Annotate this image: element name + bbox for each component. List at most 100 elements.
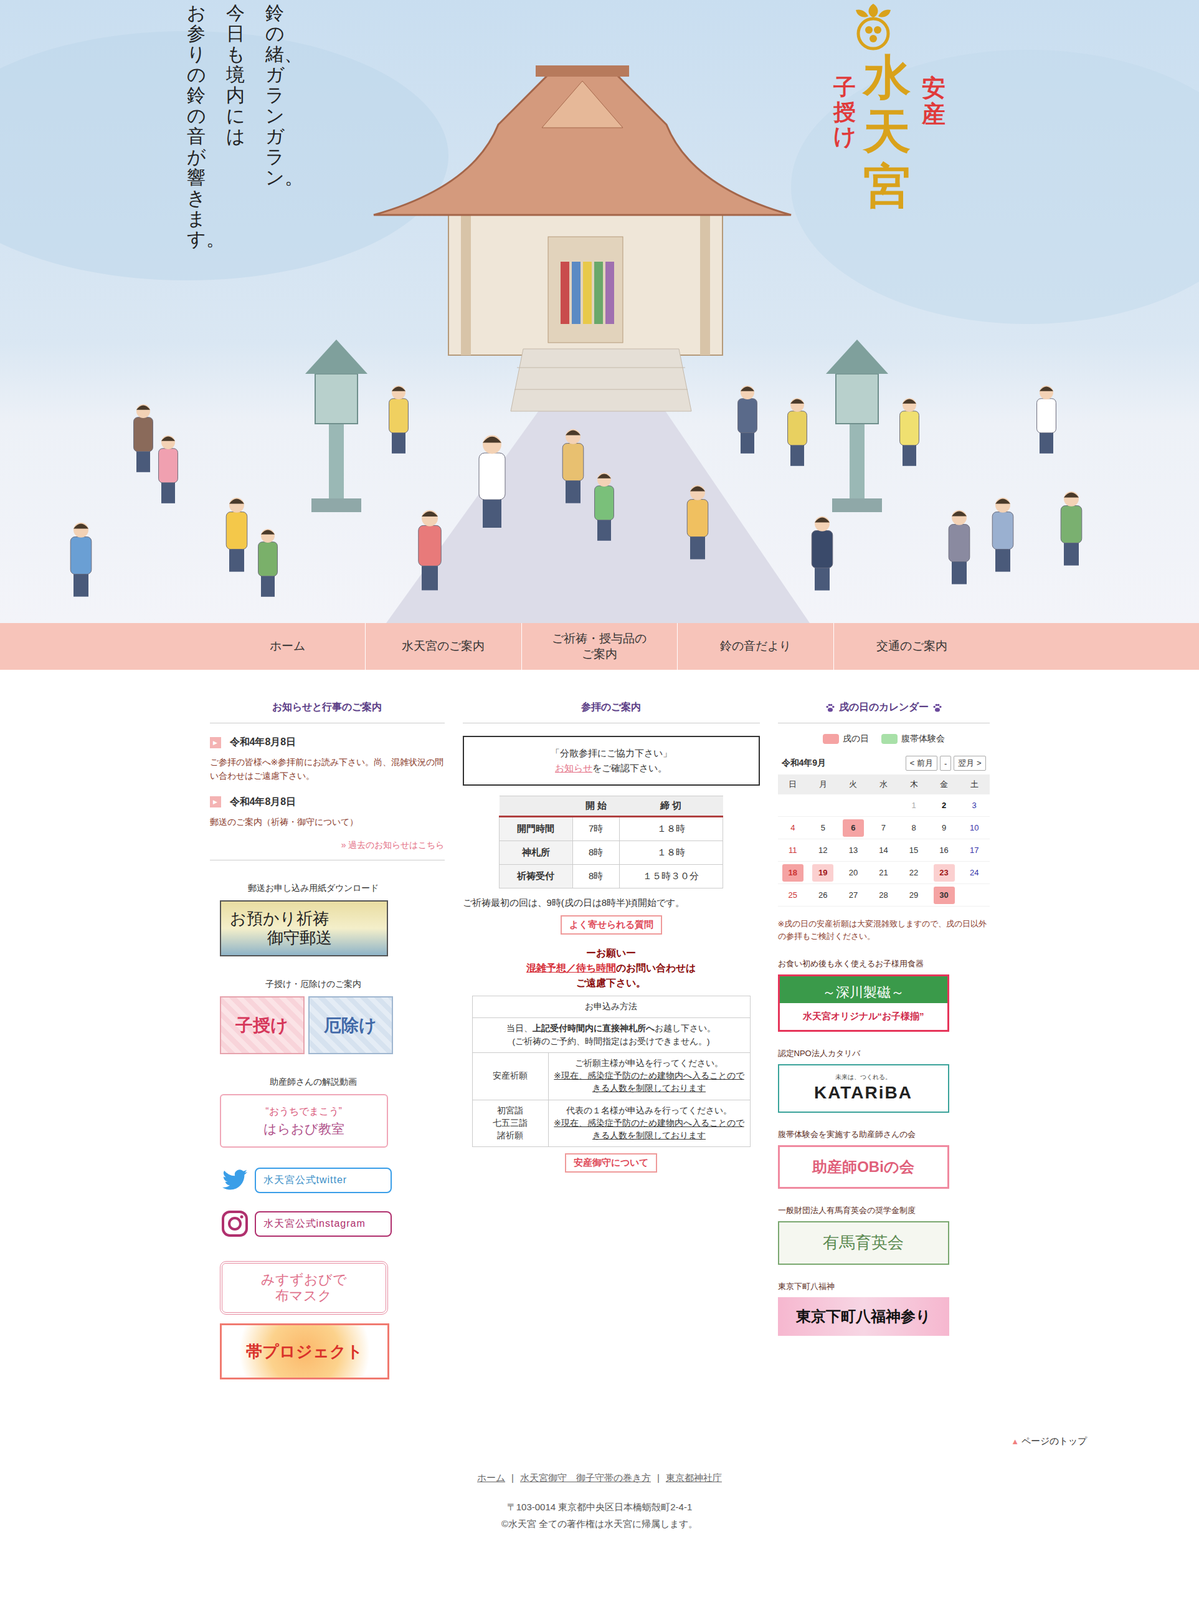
calendar-day[interactable]: 18 — [777, 861, 809, 884]
apply-row: 安産祈願ご祈願主様が申込を行ってください。※現在、感染症予防のため建物内へ入るこ… — [472, 1052, 750, 1100]
first-prayer-note: ご祈祷最初の回は、9時(戌の日は8時半)頃開始です。 — [462, 896, 760, 909]
calendar-day[interactable]: 2 — [928, 794, 960, 817]
calendar-day[interactable]: 30 — [928, 883, 960, 907]
calendar-day[interactable]: 19 — [807, 861, 839, 884]
calendar-day[interactable]: 26 — [807, 883, 839, 907]
sponsor-banner[interactable]: 助産師OBiの会 — [777, 1144, 950, 1189]
right-column: 戌の日のカレンダー戌の日腹帯体験会令和4年9月< 前月-翌月 >日月火水木金土1… — [777, 700, 990, 1336]
calendar-day[interactable]: 29 — [898, 883, 930, 907]
hours-row: 祈祷受付8時１５時３０分 — [499, 864, 724, 889]
calendar-day[interactable]: 16 — [928, 838, 960, 862]
nav-item[interactable]: 鈴の音だより — [677, 622, 834, 670]
calendar-day[interactable]: 7 — [868, 816, 899, 839]
calendar-day[interactable]: 5 — [807, 816, 839, 839]
sponsor-banner[interactable]: 東京下町八福神参り — [777, 1296, 950, 1336]
footer-link[interactable]: 東京都神社庁 — [665, 1471, 722, 1484]
banner-link[interactable]: 帯プロジェクト — [219, 1322, 390, 1380]
calendar-day[interactable]: 25 — [777, 883, 809, 907]
calendar-day[interactable]: 11 — [777, 838, 809, 862]
group-label: 子授け・厄除けのご案内 — [219, 978, 407, 990]
nav-item[interactable]: 交通のご案内 — [833, 622, 990, 670]
calendar-day[interactable]: 12 — [807, 838, 839, 862]
page-top-link[interactable]: ▲ページのトップ — [0, 1435, 1199, 1447]
shrine-illustration-icon — [0, 0, 1199, 623]
faq-button[interactable]: よく寄せられる質問 — [560, 914, 663, 935]
calendar: 日月火水木金土123456789101112131415161718192021… — [777, 774, 990, 907]
calendar-nav-button[interactable]: - — [939, 755, 952, 771]
group-label: 助産師さんの解説動画 — [219, 1076, 407, 1088]
calendar-day[interactable]: 8 — [898, 816, 930, 839]
sponsor: 一般財団法人有馬育英会の奨学金制度有馬育英会 — [777, 1204, 990, 1265]
calendar-day[interactable]: 27 — [838, 883, 869, 907]
link-group: 子授け・厄除けのご案内子授け厄除け — [209, 978, 407, 1054]
calendar-day[interactable]: 10 — [959, 816, 990, 839]
calendar-day[interactable]: 15 — [898, 838, 930, 862]
calendar-nav-button[interactable]: < 前月 — [905, 755, 938, 771]
calendar-day[interactable]: 4 — [777, 816, 809, 839]
content: お知らせと行事のご案内▶令和4年8月8日ご参拝の皆様へ※参拝前にお読み下さい。尚… — [209, 669, 990, 1380]
banner-link[interactable]: 厄除け — [308, 995, 394, 1054]
hours-table: 開 始締 切開門時間7時１８時神札所8時１８時祈祷受付8時１５時３０分 — [498, 795, 724, 889]
news-item[interactable]: ▶令和4年8月8日郵送のご案内（祈祷・御守について） — [209, 795, 445, 829]
footer-link[interactable]: ホーム — [477, 1471, 506, 1484]
calendar-day[interactable]: 21 — [868, 861, 899, 884]
address: 〒103-0014 東京都中央区日本橋蛎殻町2-4-1 — [0, 1501, 1199, 1513]
nav-item[interactable]: ホーム — [209, 622, 366, 670]
instagram-camera-icon — [219, 1208, 250, 1239]
calendar-day[interactable]: 14 — [868, 838, 899, 862]
hero: 鈴の緒、ガランガラン。今日も境内にはお参りの鈴の音が響きます。子授け水天宮安産 — [0, 0, 1199, 623]
notice-link[interactable]: お知らせ — [554, 762, 593, 773]
apply-table: お申込み方法当日、上記受付時間内に直接神札所へお越し下さい。(ご祈祷のご予約、時… — [472, 995, 751, 1147]
left-column: お知らせと行事のご案内▶令和4年8月8日ご参拝の皆様へ※参拝前にお読み下さい。尚… — [209, 700, 445, 1380]
calendar-day[interactable] — [807, 794, 839, 817]
wait-time-link[interactable]: 混雑予想／待ち時間 — [526, 962, 617, 973]
news-text[interactable]: 郵送のご案内（祈祷・御守について） — [209, 814, 445, 829]
calendar-day[interactable] — [838, 794, 869, 817]
social-link[interactable]: 水天宮公式twitter — [219, 1164, 445, 1195]
banner-link[interactable]: “おうちでまこう”はらおび教室 — [219, 1093, 389, 1148]
hero-copy: 鈴の緒、ガランガラン。今日も境内にはお参りの鈴の音が響きます。 — [186, 2, 285, 250]
calendar-day[interactable]: 9 — [928, 816, 960, 839]
sponsor-banner[interactable]: ～深川製磁～水天宮オリジナル“お子様揃” — [777, 974, 950, 1032]
sponsor-label: 一般財団法人有馬育英会の奨学金制度 — [777, 1204, 990, 1216]
sponsor-banner[interactable]: 未来は、つくれる。KATARiBA — [777, 1063, 950, 1113]
nav-item[interactable]: ご祈祷・授与品のご案内 — [521, 622, 678, 670]
hours-column — [499, 796, 574, 817]
calendar-day[interactable]: 6 — [838, 816, 869, 839]
amulet-button[interactable]: 安産御守について — [564, 1152, 658, 1173]
calendar-day[interactable] — [777, 794, 809, 817]
weekday: 木 — [898, 774, 930, 795]
calendar-day[interactable]: 13 — [838, 838, 869, 862]
bullet-icon: ▶ — [209, 736, 222, 749]
calendar-day[interactable]: 20 — [838, 861, 869, 884]
past-news-link[interactable]: » 過去のお知らせはこちら — [341, 839, 445, 850]
calendar-day[interactable] — [868, 794, 899, 817]
calendar-nav-button[interactable]: 翌月 > — [953, 755, 986, 771]
sponsor-banner[interactable]: 有馬育英会 — [777, 1220, 950, 1265]
news-item[interactable]: ▶ 令和4年8月8日ご参拝の皆様へ※参拝前にお読み下さい。尚、混雑状況の問い合わせ… — [209, 735, 445, 783]
calendar-day[interactable]: 24 — [959, 861, 990, 884]
banner-link[interactable]: みすずおびで布マスク — [219, 1260, 389, 1315]
hours-row: 開門時間7時１８時 — [499, 816, 724, 841]
calendar-day[interactable]: 28 — [868, 883, 899, 907]
calendar-day[interactable]: 3 — [959, 794, 990, 817]
hours-row: 神札所8時１８時 — [499, 840, 724, 865]
calendar-legend: 戌の日腹帯体験会 — [777, 733, 990, 745]
news-date: 令和4年8月8日 — [229, 735, 297, 749]
calendar-day[interactable]: 1 — [898, 794, 930, 817]
calendar-day[interactable]: 17 — [959, 838, 990, 862]
notice-box: 「分散参拝にご協力下さい」お知らせをご確認下さい。 — [462, 735, 760, 786]
weekday: 月 — [807, 774, 839, 795]
news-text[interactable]: ご参拝の皆様へ※参拝前にお読み下さい。尚、混雑状況の問い合わせはご遠慮下さい。 — [209, 754, 445, 783]
calendar-day[interactable]: 22 — [898, 861, 930, 884]
footer-link[interactable]: 水天宮御守 御子守帯の巻き方 — [520, 1471, 651, 1484]
calendar-day[interactable]: 23 — [928, 861, 960, 884]
link-group: 助産師さんの解説動画 “おうちでまこう”はらおび教室 — [209, 1076, 407, 1148]
social-link[interactable]: 水天宮公式instagram — [219, 1208, 445, 1239]
weekday: 火 — [838, 774, 869, 795]
banner-link[interactable]: 子授け — [219, 995, 305, 1054]
calendar-day[interactable] — [959, 883, 990, 907]
sponsor: お食い初め後も永く使えるお子様用食器～深川製磁～水天宮オリジナル“お子様揃” — [777, 957, 990, 1032]
banner-link[interactable]: お預かり祈祷御守郵送 — [219, 900, 389, 957]
nav-item[interactable]: 水天宮のご案内 — [364, 622, 522, 670]
